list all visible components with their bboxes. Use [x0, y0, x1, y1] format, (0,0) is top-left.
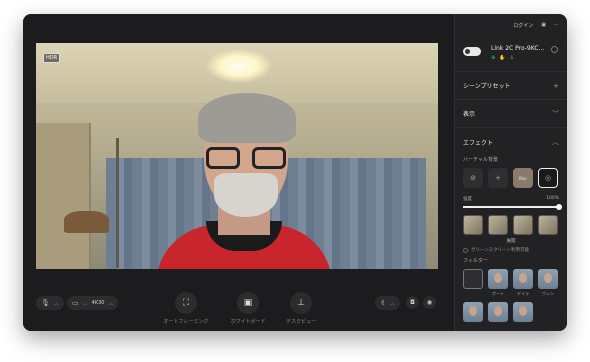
app-window: HDR 🎙 ︿ ▭ ︿ 4K30 ︿ ⛶ オートフレーミング ▣ ホワイトボード: [23, 14, 567, 331]
preview-person-hair: [198, 93, 296, 143]
strength-label: 強度: [463, 197, 472, 202]
bg-none-button[interactable]: ⊘: [463, 168, 483, 188]
scene-options: [455, 208, 567, 235]
greenscreen-option[interactable]: グリーンスクリーン利用可能: [455, 244, 567, 253]
prohibited-icon: ⊘: [470, 174, 476, 182]
record-icon: ◉: [426, 299, 433, 306]
strength-slider-knob[interactable]: [556, 204, 562, 210]
scene-thumbnail[interactable]: [513, 215, 533, 235]
add-icon: +: [495, 174, 501, 182]
filter-daylight-button[interactable]: [513, 269, 533, 289]
filter-vintage-button[interactable]: [538, 269, 558, 289]
filter-portrait-button[interactable]: [488, 269, 508, 289]
section-effects[interactable]: エフェクト ︿: [455, 128, 567, 156]
whiteboard-label: ホワイトボード: [230, 319, 266, 325]
preview-door: [36, 123, 91, 269]
filter-label-portrait: ポート: [492, 291, 504, 296]
camera-preview: HDR: [36, 43, 438, 269]
scene-thumbnail[interactable]: [538, 215, 558, 235]
chevron-up-icon: ︿: [108, 300, 114, 307]
snapshot-button[interactable]: ◘: [406, 296, 419, 309]
sidebar-topbar: ログイン ▣ ⋯: [455, 14, 567, 36]
person-icon: ♙: [509, 55, 514, 61]
device-card[interactable]: Link 2C Pro-9KC… ⊕ ✋ ♙: [455, 36, 567, 72]
device-name: Link 2C Pro-9KC…: [491, 45, 545, 52]
preview-glasses-right: [252, 147, 286, 169]
greenscreen-label: グリーンスクリーン利用可能: [471, 248, 529, 253]
section-scene-presets[interactable]: シーンプリセット +: [455, 72, 567, 100]
desk-view-label: デスクビュー: [285, 319, 316, 325]
gesture-selector[interactable]: ✌ ︿: [375, 296, 400, 310]
greenscreen-radio[interactable]: [463, 247, 468, 253]
chevron-down-icon: ﹀: [552, 109, 559, 118]
bottom-toolbar: 🎙 ︿ ▭ ︿ 4K30 ︿ ⛶ オートフレーミング ▣ ホワイトボード ⊥ デ…: [23, 286, 454, 331]
device-status-icons: ⊕ ✋ ♙: [491, 55, 514, 61]
strength-slider-fill: [463, 206, 559, 208]
more-icon[interactable]: ⋯: [554, 22, 559, 28]
effects-title: エフェクト: [463, 139, 494, 147]
gesture-icon: ✌: [380, 299, 386, 307]
filter-options: [455, 264, 567, 289]
strength-value: 100%: [546, 196, 559, 201]
preview-glasses-left: [206, 147, 240, 169]
bg-selected-button[interactable]: ◎: [538, 168, 558, 188]
hand-gesture-icon: ✋: [499, 55, 506, 61]
login-link[interactable]: ログイン: [513, 22, 533, 29]
whiteboard-icon: ▣: [237, 292, 259, 314]
chevron-up-icon: ︿: [552, 138, 559, 146]
microphone-selector[interactable]: 🎙 ︿: [36, 296, 64, 310]
settings-sidebar: ログイン ▣ ⋯ Link 2C Pro-9KC… ⊕ ✋ ♙ シーンプリセット…: [454, 14, 567, 331]
virtual-background-options: ⊘ + Blur ◎: [455, 163, 567, 188]
connected-status-icon: ⊕: [491, 55, 496, 61]
auto-framing-icon: ⛶: [175, 292, 197, 314]
filter-none-button[interactable]: [463, 269, 483, 289]
display-title: 表示: [463, 111, 476, 118]
preview-basket: [64, 211, 109, 233]
preview-cat-tower: [116, 138, 119, 268]
strength-slider[interactable]: [463, 204, 562, 210]
auto-framing-label: オートフレーミング: [163, 319, 209, 325]
desk-view-button[interactable]: ⊥ デスクビュー: [271, 292, 331, 325]
auto-framing-button[interactable]: ⛶ オートフレーミング: [156, 292, 216, 325]
camera-icon: ▭: [72, 299, 79, 307]
preview-lamp: [206, 49, 272, 83]
chevron-up-icon: ︿: [82, 300, 88, 307]
scene-thumbnail[interactable]: [463, 215, 483, 235]
whiteboard-button[interactable]: ▣ ホワイトボード: [218, 292, 278, 325]
main-area: HDR 🎙 ︿ ▭ ︿ 4K30 ︿ ⛶ オートフレーミング ▣ ホワイトボード: [23, 14, 454, 331]
chevron-up-icon: ︿: [389, 300, 395, 307]
bg-add-button[interactable]: +: [488, 168, 508, 188]
filter-label-vintage: ヴィン: [542, 291, 554, 296]
filter-options-more: [455, 297, 567, 322]
scene-presets-title: シーンプリセット: [463, 83, 511, 90]
filter-more-button[interactable]: [488, 302, 508, 322]
desk-view-icon: ⊥: [290, 292, 312, 314]
strength-row: 強度 100%: [455, 188, 567, 202]
blur-label: Blur: [518, 175, 528, 181]
resolution-label: 4K30: [91, 300, 105, 306]
webcam-icon: [463, 47, 481, 56]
bg-blur-button[interactable]: Blur: [513, 168, 533, 188]
camera-snapshot-icon: ◘: [410, 299, 415, 306]
filter-label: フィルター: [463, 258, 488, 264]
filter-label-daylight: デイラ: [517, 291, 529, 296]
section-display[interactable]: 表示 ﹀: [455, 100, 567, 128]
picture-in-picture-icon[interactable]: ▣: [541, 22, 546, 28]
add-icon[interactable]: +: [553, 82, 559, 90]
record-button[interactable]: ◉: [423, 296, 436, 309]
microphone-icon: 🎙: [41, 299, 50, 307]
filter-more-button[interactable]: [513, 302, 533, 322]
virtual-background-label: バーチャル背景: [463, 157, 498, 163]
person-circle-icon: ◎: [544, 174, 552, 182]
chevron-up-icon: ︿: [53, 300, 59, 307]
preview-person-beard: [214, 173, 278, 217]
device-settings-button[interactable]: [551, 46, 558, 53]
camera-selector[interactable]: ▭ ︿ 4K30 ︿: [67, 296, 119, 310]
filter-more-button[interactable]: [463, 302, 483, 322]
hdr-badge: HDR: [43, 53, 61, 63]
scene-thumbnail[interactable]: [488, 215, 508, 235]
filter-labels: ポート デイラ ヴィン: [455, 289, 567, 297]
